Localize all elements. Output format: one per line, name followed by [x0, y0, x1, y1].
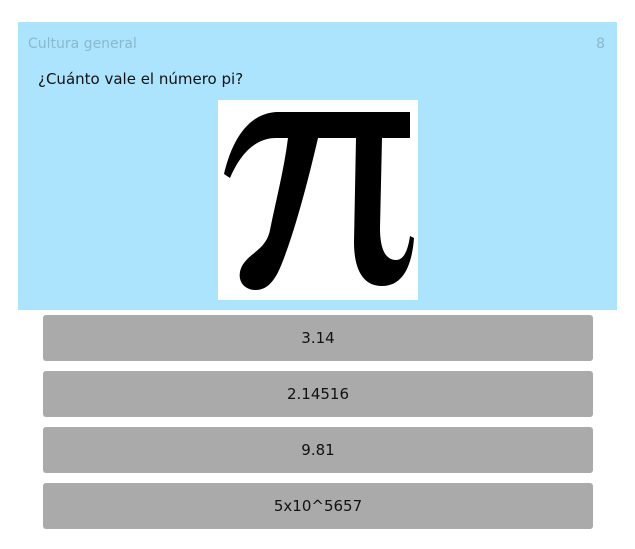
- answer-button-1[interactable]: 3.14: [43, 315, 593, 361]
- category-label: Cultura general: [28, 36, 137, 52]
- pi-icon: [224, 112, 414, 290]
- answer-label: 3.14: [301, 329, 335, 347]
- answer-label: 9.81: [301, 441, 335, 459]
- question-card: Cultura general 8 ¿Cuánto vale el número…: [18, 22, 617, 310]
- answer-label: 5x10^5657: [273, 497, 363, 515]
- answer-button-4[interactable]: 5x10^5657: [43, 483, 593, 529]
- question-number: 8: [596, 36, 605, 52]
- answer-button-2[interactable]: 2.14516: [43, 371, 593, 417]
- question-text: ¿Cuánto vale el número pi?: [38, 70, 244, 88]
- pi-symbol-image: [218, 100, 418, 300]
- answer-label: 2.14516: [286, 385, 350, 403]
- answer-button-3[interactable]: 9.81: [43, 427, 593, 473]
